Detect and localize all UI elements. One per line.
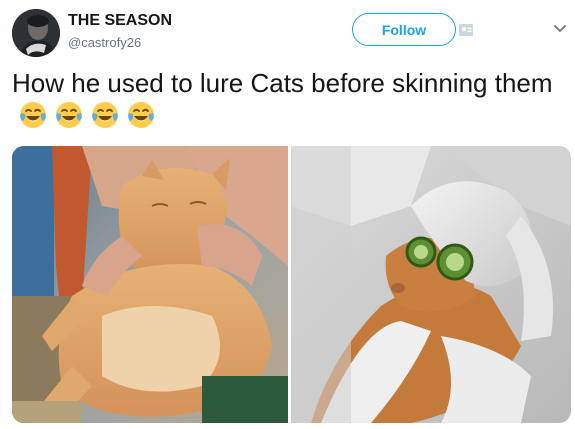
face-with-tears-of-joy-icon [56,102,82,128]
avatar[interactable] [12,9,60,57]
chevron-down-icon[interactable] [553,24,567,34]
face-with-tears-of-joy-icon [92,102,118,128]
tweet-text: How he used to lure Cats before skinning… [12,67,562,133]
follow-button[interactable]: Follow [352,13,456,46]
media-photo-cat-petted[interactable] [12,146,288,423]
media-photo-cat-spa[interactable] [291,146,571,423]
author-name[interactable]: THE SEASON [68,12,172,30]
emoji-row [12,101,156,131]
tweet-text-content: How he used to lure Cats before skinning… [12,68,553,98]
follow-user-icon [459,24,473,36]
face-with-tears-of-joy-icon [128,102,154,128]
face-with-tears-of-joy-icon [20,102,46,128]
author-handle[interactable]: @castrofy26 [68,35,141,50]
